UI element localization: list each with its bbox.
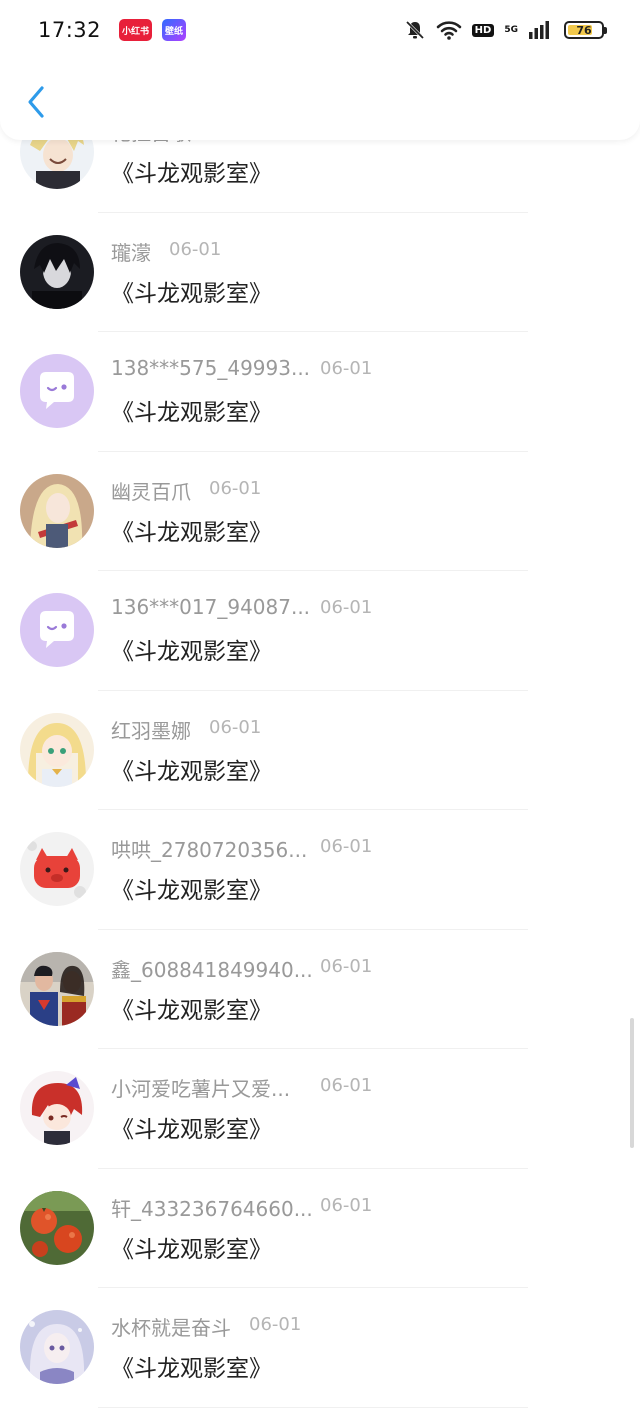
list-item[interactable]: 小河爱吃薯片又爱... 06-01 《斗龙观影室》: [0, 1049, 640, 1169]
message-text: 《斗龙观影室》: [111, 161, 272, 187]
scrollbar[interactable]: [630, 1018, 634, 1148]
wifi-icon: [436, 20, 462, 40]
user-name[interactable]: 136***017_94087...: [111, 595, 310, 619]
list-item[interactable]: 红羽墨娜 06-01 《斗龙观影室》: [0, 691, 640, 810]
wallpaper-app-icon: 壁纸: [162, 19, 187, 41]
row-header: 水杯就是奋斗 06-01: [111, 1312, 531, 1340]
timestamp: 06-01: [320, 836, 373, 857]
avatar[interactable]: [20, 473, 94, 548]
avatar[interactable]: [20, 593, 94, 667]
message-text: 《斗龙观影室》: [111, 280, 272, 307]
timestamp: 06-01: [169, 238, 222, 260]
user-name[interactable]: 幽灵百爪: [111, 476, 191, 505]
list-item[interactable]: 幽灵百爪 06-01 《斗龙观影室》: [0, 452, 640, 571]
user-name[interactable]: 138***575_49993...: [111, 356, 310, 380]
status-bar: 17:32 小红书 壁纸 HD 5G 76: [0, 0, 640, 60]
chevron-left-icon: [28, 86, 44, 118]
avatar[interactable]: [20, 951, 94, 1026]
message-text: 《斗龙观影室》: [111, 758, 272, 785]
list-item[interactable]: 138***575_49993... 06-01 《斗龙观影室》: [0, 332, 640, 452]
user-name[interactable]: 轩_433236764660...: [111, 1193, 313, 1222]
user-name[interactable]: 鑫_608841849940...: [111, 954, 313, 983]
reply-list: 花拉古歌ERI06-02《斗龙观影室》 瓏濛06-01《斗龙观影室》 138**…: [0, 93, 640, 1408]
timestamp: 06-01: [320, 597, 373, 618]
status-icons: HD 5G 76: [404, 19, 607, 41]
avatar[interactable]: [20, 1310, 94, 1384]
list-item[interactable]: 水杯就是奋斗 06-01 《斗龙观影室》: [0, 1288, 640, 1408]
nav-bar: [0, 60, 640, 140]
user-name[interactable]: 哄哄_2780720356...: [111, 834, 307, 863]
xiaohongshu-app-icon: 小红书: [119, 19, 153, 41]
message-text: 《斗龙观影室》: [111, 1117, 272, 1143]
avatar[interactable]: [20, 234, 94, 309]
row-header: 幽灵百爪 06-01: [111, 476, 531, 504]
timestamp: 06-01: [320, 1194, 373, 1216]
list-item[interactable]: 瓏濛 06-01 《斗龙观影室》: [0, 213, 640, 332]
battery-level: 76: [576, 23, 592, 37]
row-header: 鑫_608841849940... 06-01: [111, 954, 531, 982]
row-header: 轩_433236764660... 06-01: [111, 1193, 531, 1221]
hd-badge: HD: [471, 23, 495, 37]
avatar[interactable]: [20, 354, 94, 428]
avatar[interactable]: [20, 712, 94, 787]
status-time: 17:32: [38, 18, 102, 42]
list-item[interactable]: 136***017_94087... 06-01 《斗龙观影室》: [0, 571, 640, 691]
timestamp: 06-01: [320, 955, 373, 977]
avatar[interactable]: [20, 832, 94, 906]
user-name[interactable]: 瓏濛: [111, 237, 151, 266]
row-header: 红羽墨娜 06-01: [111, 715, 531, 743]
row-header: 138***575_49993... 06-01: [111, 356, 531, 384]
avatar[interactable]: [20, 1071, 94, 1145]
row-header: 小河爱吃薯片又爱... 06-01: [111, 1073, 531, 1101]
user-name[interactable]: 小河爱吃薯片又爱...: [111, 1073, 290, 1102]
battery-indicator: 76: [564, 21, 607, 39]
back-button[interactable]: [18, 82, 54, 122]
row-header: 哄哄_2780720356... 06-01: [111, 834, 531, 862]
message-text: 《斗龙观影室》: [111, 519, 272, 546]
message-text: 《斗龙观影室》: [111, 639, 272, 665]
avatar[interactable]: [20, 1190, 94, 1265]
timestamp: 06-01: [209, 477, 262, 499]
divider: [98, 1406, 528, 1408]
list-item[interactable]: 鑫_608841849940... 06-01 《斗龙观影室》: [0, 930, 640, 1049]
user-name[interactable]: 水杯就是奋斗: [111, 1312, 231, 1341]
message-text: 《斗龙观影室》: [111, 878, 272, 904]
message-text: 《斗龙观影室》: [111, 400, 272, 426]
user-name[interactable]: 红羽墨娜: [111, 715, 191, 744]
timestamp: 06-01: [320, 358, 373, 379]
row-header: 136***017_94087... 06-01: [111, 595, 531, 623]
network-label: 5G: [504, 25, 518, 35]
message-text: 《斗龙观影室》: [111, 997, 272, 1024]
row-header: 瓏濛 06-01: [111, 237, 531, 265]
message-text: 《斗龙观影室》: [111, 1356, 272, 1382]
signal-icon: [528, 21, 550, 39]
list-item[interactable]: 轩_433236764660... 06-01 《斗龙观影室》: [0, 1169, 640, 1288]
list-item[interactable]: 哄哄_2780720356... 06-01 《斗龙观影室》: [0, 810, 640, 930]
mute-bell-icon: [404, 19, 426, 41]
message-text: 《斗龙观影室》: [111, 1236, 272, 1263]
timestamp: 06-01: [209, 716, 262, 738]
timestamp: 06-01: [249, 1314, 302, 1335]
timestamp: 06-01: [320, 1075, 373, 1096]
